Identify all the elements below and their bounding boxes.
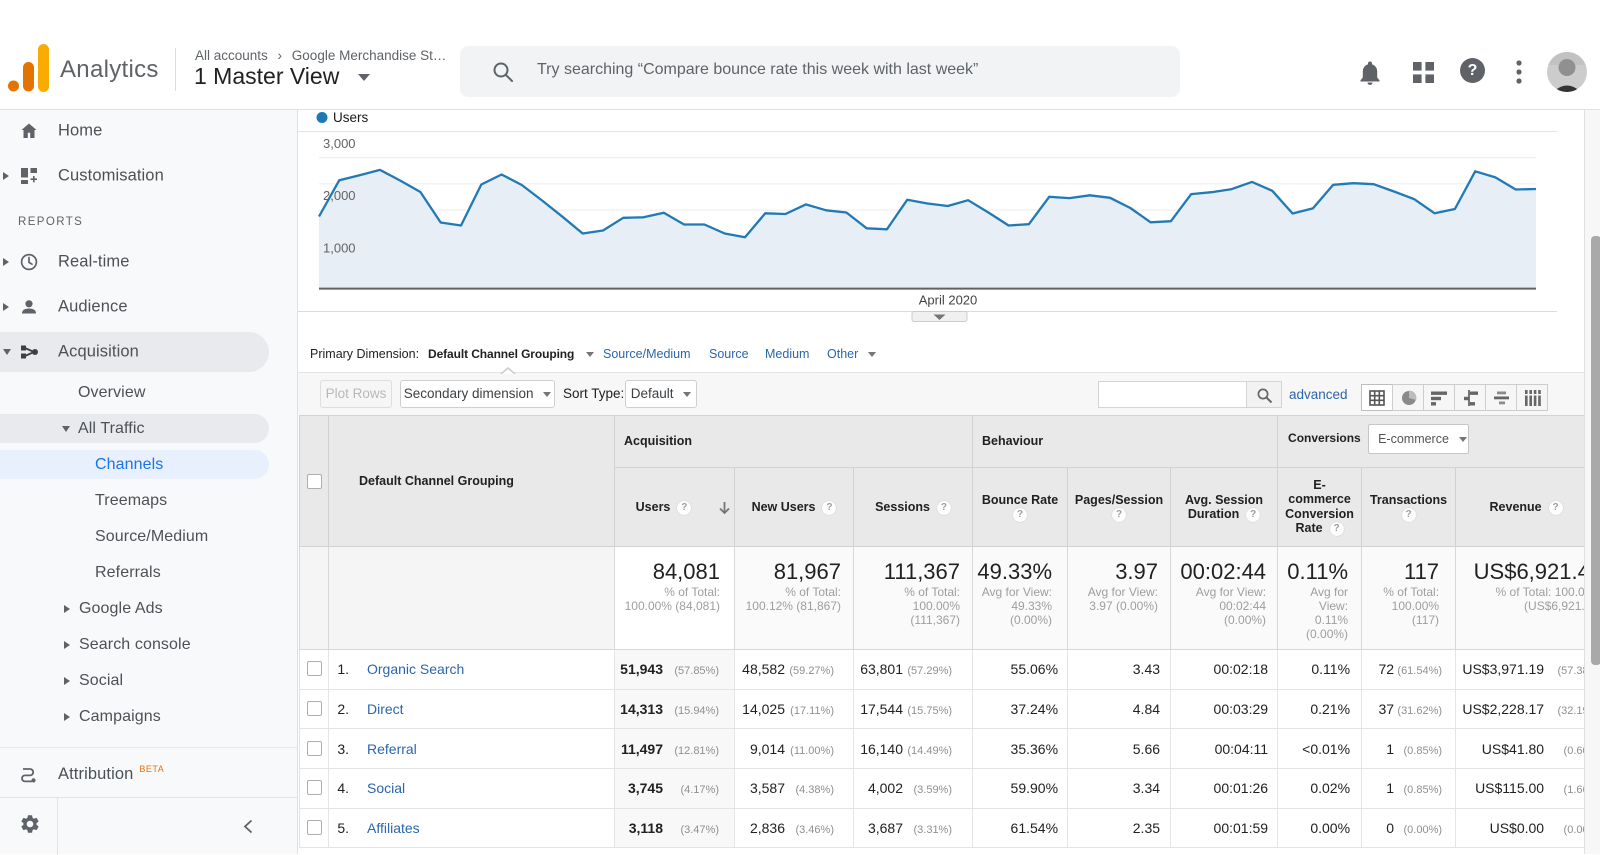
svg-text:3,000: 3,000	[323, 136, 356, 151]
svg-text:2,000: 2,000	[323, 188, 356, 203]
svg-text:1,000: 1,000	[323, 241, 356, 256]
svg-text:Users: Users	[333, 110, 369, 125]
svg-text:April 2020: April 2020	[919, 293, 978, 308]
